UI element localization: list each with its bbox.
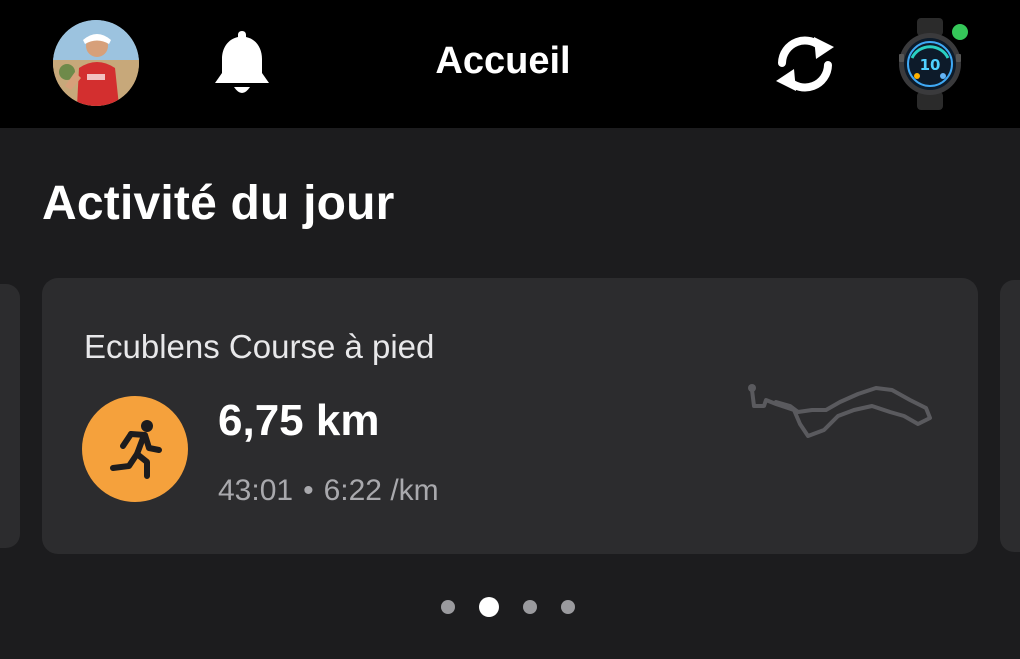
page-dot[interactable] [561, 600, 575, 614]
carousel-pagination [0, 596, 1020, 618]
page-dot-active[interactable] [479, 597, 499, 617]
route-map-icon [748, 384, 932, 438]
page-dot[interactable] [441, 600, 455, 614]
previous-card-peek[interactable] [0, 284, 20, 548]
activity-distance: 6,75 km [218, 396, 380, 445]
page-title: Accueil [435, 40, 571, 82]
running-icon [82, 396, 188, 502]
activity-title: Ecublens Course à pied [84, 328, 435, 365]
activity-duration: 43:01 [218, 474, 294, 507]
stats-separator: • [303, 474, 314, 507]
device-status-dot [950, 22, 970, 42]
page-dot[interactable] [523, 600, 537, 614]
activity-pace: 6:22 /km [323, 474, 439, 507]
activity-stats: 43:01 • 6:22 /km [218, 474, 439, 508]
top-bar: Accueil 10 [0, 0, 1020, 128]
activity-card[interactable]: Ecublens Course à pied 6,75 km 43:01 • 6:2… [42, 278, 978, 554]
sync-icon[interactable] [770, 33, 840, 95]
svg-text:10: 10 [920, 56, 941, 74]
next-card-peek[interactable] [1000, 280, 1020, 552]
section-title: Activité du jour [42, 177, 395, 230]
